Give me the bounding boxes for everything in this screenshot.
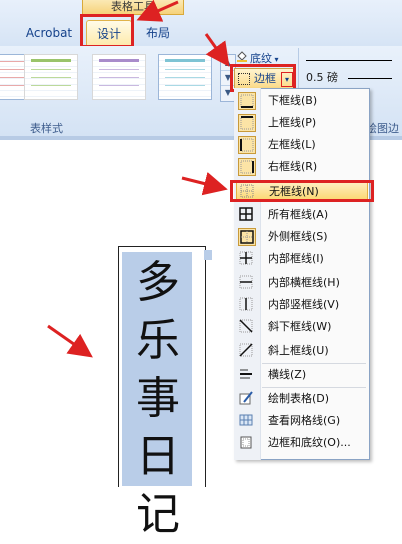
arrow-to-design-tab <box>136 0 179 22</box>
arrow-to-no-border <box>181 171 228 196</box>
annotation-arrows <box>47 0 230 358</box>
arrow-to-table <box>47 324 93 358</box>
arrow-to-border-button <box>204 33 230 67</box>
